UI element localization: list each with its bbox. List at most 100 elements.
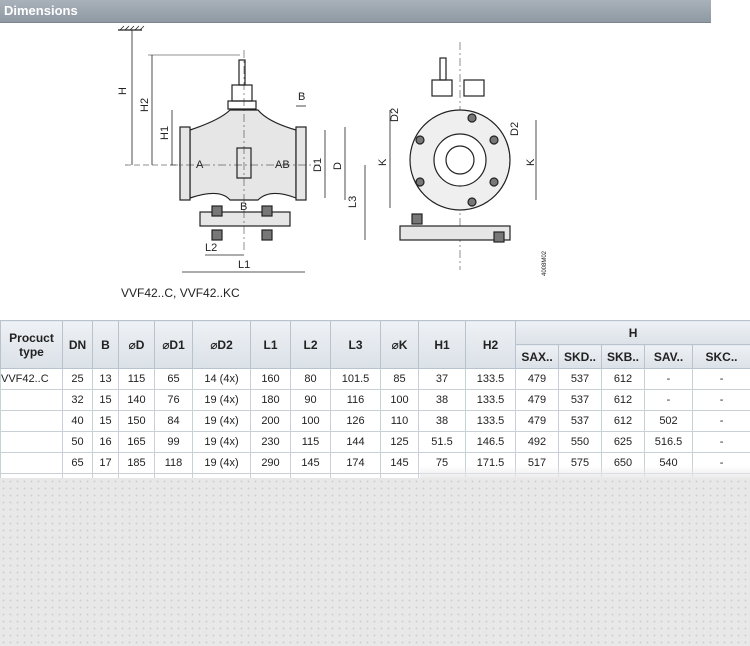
table-cell: - (691, 431, 750, 453)
table-cell: 85 (380, 368, 419, 390)
label-D: D (332, 162, 344, 170)
header-h1: H1 (418, 320, 466, 369)
drawing-code: 4008M02 (542, 250, 548, 276)
header-h2: H2 (465, 320, 516, 369)
table-cell: 99 (154, 431, 193, 453)
table-cell: 100 (290, 410, 331, 432)
table-cell: 110 (380, 410, 419, 432)
table-cell: 133.5 (465, 368, 516, 390)
table-cell: - (644, 389, 693, 411)
table-cell (0, 389, 63, 411)
label-D2-right: D2 (509, 122, 521, 136)
header-h-skc: SKC.. (691, 344, 750, 369)
table-cell: 100 (380, 389, 419, 411)
header-d1: ⌀D1 (154, 320, 193, 369)
table-cell: 37 (418, 368, 466, 390)
table-cell: 150 (118, 410, 155, 432)
table-cell: 38 (418, 389, 466, 411)
header-h-skb: SKB.. (601, 344, 645, 369)
table-cell: 625 (601, 431, 645, 453)
header-k: ⌀K (380, 320, 419, 369)
table-cell: 174 (330, 452, 381, 474)
table-cell: 40 (62, 410, 93, 432)
header-h-sax: SAX.. (515, 344, 559, 369)
table-cell: 612 (601, 368, 645, 390)
table-cell: 19 (4x) (192, 410, 251, 432)
table-cell: 479 (515, 389, 559, 411)
table-cell: 115 (290, 431, 331, 453)
label-D2-left: D2 (389, 108, 401, 122)
table-cell: 19 (4x) (192, 452, 251, 474)
table-cell: 133.5 (465, 389, 516, 411)
table-row: 40 15 150 84 19 (4x) 200 100 126 110 38 133.5 479 53… (0, 410, 750, 432)
label-D1: D1 (312, 158, 324, 172)
table-cell: 145 (290, 452, 331, 474)
table-cell: - (644, 368, 693, 390)
table-cell: 115 (118, 368, 155, 390)
section-title: Dimensions (4, 3, 78, 18)
table-cell: 479 (515, 410, 559, 432)
table-cell: 65 (62, 452, 93, 474)
header-d: ⌀D (118, 320, 155, 369)
table-cell: 133.5 (465, 410, 516, 432)
table-cell: 290 (250, 452, 291, 474)
table-cell: 25 (62, 368, 93, 390)
table-cell (0, 410, 63, 432)
table-cell: 612 (601, 389, 645, 411)
table-cell: - (691, 389, 750, 411)
table-cell: 19 (4x) (192, 431, 251, 453)
table-cell: 537 (558, 368, 602, 390)
table-cell: 90 (290, 389, 331, 411)
table-cell: 502 (644, 410, 693, 432)
label-L2: L2 (205, 242, 217, 254)
table-cell: 101.5 (330, 368, 381, 390)
table-cell (0, 452, 63, 474)
label-AB: AB (275, 159, 290, 171)
table-row: 50 16 165 99 19 (4x) 230 115 144 125 51.5 146.5 492… (0, 431, 750, 453)
table-cell: 38 (418, 410, 466, 432)
table-cell: 537 (558, 410, 602, 432)
table-cell: 32 (62, 389, 93, 411)
table-cell: 165 (118, 431, 155, 453)
label-K-right: K (525, 158, 537, 166)
table-cell: 230 (250, 431, 291, 453)
table-cell: 550 (558, 431, 602, 453)
header-h: H (514, 320, 750, 345)
table-cell: 65 (154, 368, 193, 390)
table-cell: 160 (250, 368, 291, 390)
table-cell: 492 (515, 431, 559, 453)
label-K-left: K (377, 158, 389, 166)
table-cell: 116 (330, 389, 381, 411)
section-header: Dimensions (0, 0, 711, 23)
table-cell: 50 (62, 431, 93, 453)
table-cell: 125 (380, 431, 419, 453)
header-l1: L1 (250, 320, 291, 369)
drawing-subtitle: VVF42..C, VVF42..KC (121, 286, 240, 300)
label-B-bottom: B (240, 201, 247, 213)
table-cell: 516.5 (644, 431, 693, 453)
table-cell: 17 (92, 452, 119, 474)
table-cell: 200 (250, 410, 291, 432)
header-h-skd: SKD.. (558, 344, 602, 369)
valve-dimension-drawing: H H2 H1 B A AB D1 D B L3 L2 L1 D2 K D2 K… (117, 25, 548, 276)
label-L3: L3 (347, 196, 359, 208)
table-cell: 16 (92, 431, 119, 453)
table-cell: 185 (118, 452, 155, 474)
table-cell: 14 (4x) (192, 368, 251, 390)
header-b: B (92, 320, 119, 369)
table-cell: 144 (330, 431, 381, 453)
label-H: H (117, 87, 129, 95)
header-dn: DN (62, 320, 93, 369)
header-d2: ⌀D2 (192, 320, 251, 369)
table-cell: - (691, 410, 750, 432)
table-cell: 146.5 (465, 431, 516, 453)
header-l2: L2 (290, 320, 331, 369)
label-H2: H2 (139, 98, 151, 112)
table-cell: 15 (92, 389, 119, 411)
table-cell: 537 (558, 389, 602, 411)
header-h-sav: SAV.. (644, 344, 693, 369)
header-product-type: Procuct type (0, 320, 63, 369)
table-cell: 84 (154, 410, 193, 432)
table-cell: 51.5 (418, 431, 466, 453)
header-l3: L3 (330, 320, 381, 369)
